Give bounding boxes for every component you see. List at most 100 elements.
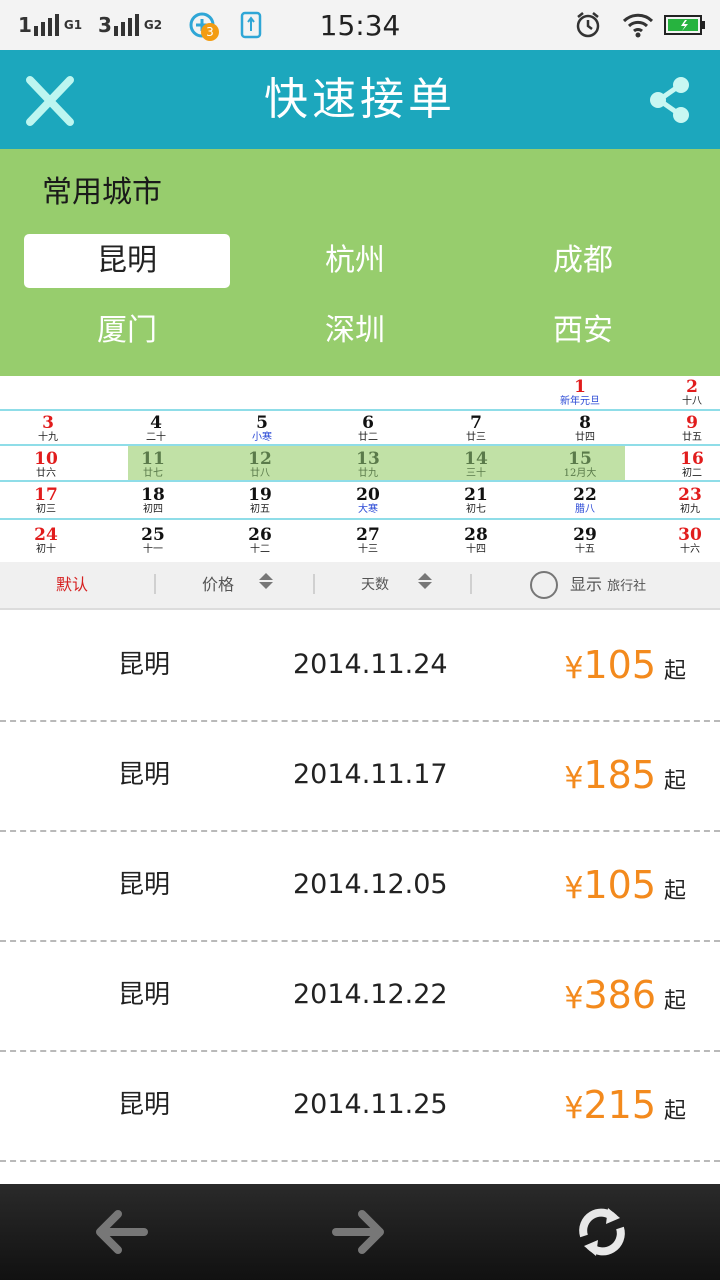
price-suffix: 起	[664, 879, 687, 904]
calendar-day[interactable]: 20 大寒	[340, 487, 396, 516]
price-suffix: 起	[664, 1099, 687, 1124]
calendar-day[interactable]: 22 腊八	[557, 487, 613, 516]
currency-symbol: ¥	[564, 651, 584, 686]
calendar-day[interactable]: 16 初二	[664, 451, 720, 480]
calendar-day[interactable]: 27 十三	[340, 527, 396, 556]
calendar-divider	[0, 444, 720, 446]
battery-icon	[664, 0, 706, 50]
calendar-day[interactable]: 5 小寒	[234, 415, 290, 444]
sort-default-button[interactable]: 默认	[56, 562, 88, 608]
calendar-day[interactable]: 13 廿九	[340, 451, 396, 480]
forward-button[interactable]	[330, 1202, 390, 1262]
title-bar: 快速接单	[0, 50, 720, 149]
calendar-day[interactable]: 14 三十	[448, 451, 504, 480]
list-item[interactable]: 昆明 2014.11.25 ¥215 起	[0, 1052, 720, 1162]
order-date: 2014.12.22	[293, 979, 448, 1010]
order-city: 昆明	[118, 1090, 171, 1120]
price-value: 386	[583, 973, 656, 1017]
calendar: 1 新年元旦 2 十八 3 十九 4 二十 5 小寒 6 廿二 7 廿三 8 廿四 9 廿五 10…	[0, 376, 720, 562]
currency-symbol: ¥	[564, 871, 584, 906]
order-price: ¥105	[564, 642, 656, 692]
calendar-day[interactable]: 29 十五	[557, 527, 613, 556]
city-button-hangzhou[interactable]: 杭州	[252, 234, 458, 288]
calendar-day[interactable]: 7 廿三	[448, 415, 504, 444]
status-bar: 1 G1 3 G2 3 15:34	[0, 0, 720, 50]
show-agency-radio[interactable]	[530, 571, 558, 599]
agency-label: 旅行社	[607, 579, 647, 594]
order-city: 昆明	[118, 980, 171, 1010]
city-panel: 常用城市 昆明 杭州 成都 厦门 深圳 西安	[0, 149, 720, 376]
calendar-day[interactable]: 12 廿八	[232, 451, 288, 480]
order-price: ¥185	[564, 752, 656, 802]
calendar-day[interactable]: 2 十八	[664, 379, 720, 408]
price-suffix: 起	[664, 659, 687, 684]
refresh-icon	[579, 1208, 625, 1256]
price-value: 105	[583, 863, 656, 907]
order-price: ¥386	[564, 972, 656, 1022]
list-item[interactable]: 昆明 2014.11.24 ¥105 起	[0, 612, 720, 722]
calendar-day[interactable]: 21 初七	[448, 487, 504, 516]
city-button-chengdu[interactable]: 成都	[480, 234, 686, 288]
status-time: 15:34	[319, 8, 401, 42]
forward-arrow-icon	[332, 1210, 384, 1254]
calendar-day[interactable]: 1 新年元旦	[552, 379, 608, 408]
calendar-day[interactable]: 11 廿七	[125, 451, 181, 480]
refresh-button[interactable]	[572, 1202, 632, 1262]
page-title: 快速接单	[264, 74, 456, 125]
city-button-shenzhen[interactable]: 深圳	[252, 304, 458, 358]
calendar-day[interactable]: 18 初四	[125, 487, 181, 516]
back-button[interactable]	[90, 1202, 150, 1262]
calendar-day[interactable]: 30 十六	[662, 527, 718, 556]
currency-symbol: ¥	[564, 761, 584, 796]
order-list: 昆明 2014.11.24 ¥105 起 昆明 2014.11.17 ¥185 …	[0, 612, 720, 1184]
back-arrow-icon	[96, 1210, 148, 1254]
calendar-day[interactable]: 26 十二	[232, 527, 288, 556]
calendar-divider	[0, 518, 720, 520]
order-date: 2014.11.25	[293, 1089, 448, 1120]
price-value: 215	[583, 1083, 656, 1127]
city-button-xian[interactable]: 西安	[480, 304, 686, 358]
sort-days-button[interactable]: 天数	[361, 562, 389, 608]
calendar-day[interactable]: 10 廿六	[18, 451, 74, 480]
city-section-title: 常用城市	[42, 175, 162, 210]
calendar-divider	[0, 409, 720, 411]
calendar-day[interactable]: 23 初九	[662, 487, 718, 516]
city-button-kunming[interactable]: 昆明	[24, 234, 230, 288]
sort-divider	[470, 574, 472, 594]
list-item[interactable]: 昆明 2014.12.05 ¥105 起	[0, 832, 720, 942]
calendar-day[interactable]: 4 二十	[128, 415, 184, 444]
sort-arrows-icon	[418, 573, 432, 589]
calendar-day[interactable]: 15 12月大	[552, 451, 608, 480]
price-suffix: 起	[664, 769, 687, 794]
sort-divider	[154, 574, 156, 594]
share-button[interactable]	[645, 75, 695, 125]
order-city: 昆明	[118, 760, 171, 790]
list-item[interactable]: 昆明 2014.12.22 ¥386 起	[0, 942, 720, 1052]
sort-divider	[313, 574, 315, 594]
calendar-day[interactable]: 3 十九	[20, 415, 76, 444]
order-price: ¥105	[564, 862, 656, 912]
calendar-day[interactable]: 8 廿四	[557, 415, 613, 444]
wifi-icon	[622, 0, 654, 50]
sort-price-label: 价格	[202, 575, 235, 594]
sort-bar: 默认 价格 天数 显示 旅行社	[0, 562, 720, 610]
price-suffix: 起	[664, 989, 687, 1014]
order-city: 昆明	[118, 870, 171, 900]
calendar-divider	[0, 480, 720, 482]
currency-symbol: ¥	[564, 981, 584, 1016]
sort-price-button[interactable]: 价格	[202, 562, 234, 608]
calendar-day[interactable]: 6 廿二	[340, 415, 396, 444]
calendar-day[interactable]: 28 十四	[448, 527, 504, 556]
price-value: 185	[583, 753, 656, 797]
calendar-day[interactable]: 9 廿五	[664, 415, 720, 444]
calendar-day[interactable]: 17 初三	[18, 487, 74, 516]
calendar-day[interactable]: 24 初十	[18, 527, 74, 556]
bottom-nav	[0, 1184, 720, 1280]
order-date: 2014.11.24	[293, 649, 448, 680]
order-price: ¥215	[564, 1082, 656, 1132]
show-agency-label[interactable]: 显示 旅行社	[570, 562, 646, 608]
list-item[interactable]: 昆明 2014.11.17 ¥185 起	[0, 722, 720, 832]
calendar-day[interactable]: 25 十一	[125, 527, 181, 556]
city-button-xiamen[interactable]: 厦门	[24, 304, 230, 358]
calendar-day[interactable]: 19 初五	[232, 487, 288, 516]
